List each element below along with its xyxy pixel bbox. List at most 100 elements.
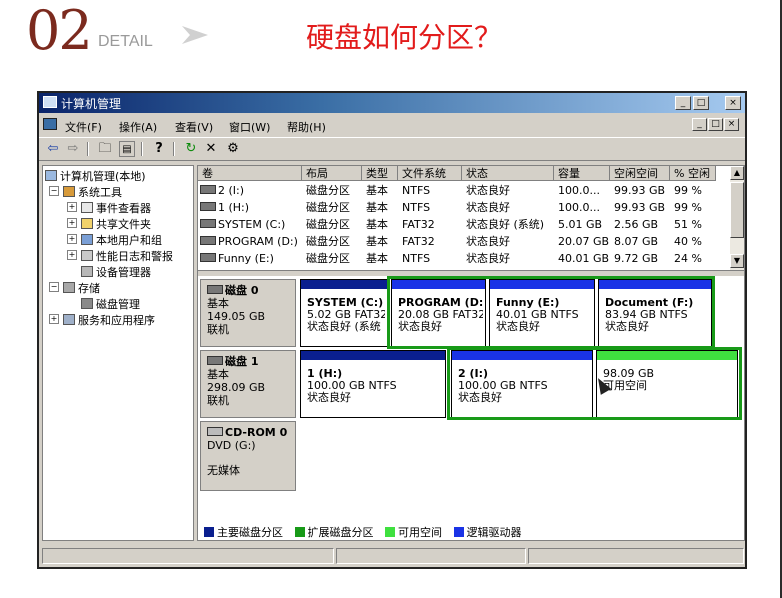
menu-bar: 文件(F) 操作(A) 查看(V) 窗口(W) 帮助(H) _ □ ×	[39, 115, 745, 135]
collapse-icon[interactable]: −	[49, 186, 59, 196]
toolbar-separator	[173, 142, 175, 156]
tree-item-services-apps[interactable]: 服务和应用程序	[63, 312, 155, 328]
expand-icon[interactable]: +	[67, 218, 77, 228]
tree-item-storage[interactable]: 存储	[63, 280, 100, 296]
column-header-status[interactable]: 状态	[462, 166, 554, 181]
status-pane	[42, 548, 334, 564]
volume-list-scrollbar[interactable]: ▲ ▼	[730, 166, 744, 270]
legend-item: 逻辑驱动器	[453, 526, 522, 539]
tree-item-event-viewer[interactable]: 事件查看器	[81, 200, 151, 216]
disk-0-label[interactable]: 磁盘 0 基本 149.05 GB 联机	[200, 279, 296, 347]
cdrom-0-label[interactable]: CD-ROM 0 DVD (G:) 无媒体	[200, 421, 296, 491]
computer-icon	[45, 170, 57, 181]
legend-item: 扩展磁盘分区	[294, 526, 374, 539]
minimize-button[interactable]: _	[675, 96, 691, 110]
column-header-filesystem[interactable]: 文件系统	[398, 166, 462, 181]
tree-item-disk-management[interactable]: 磁盘管理	[81, 296, 140, 312]
expand-icon[interactable]: +	[67, 234, 77, 244]
chevron-right-icon	[182, 26, 208, 44]
collapse-icon[interactable]: −	[49, 282, 59, 292]
show-tree-icon[interactable]: ▤	[119, 141, 135, 157]
device-manager-icon	[81, 266, 93, 277]
mdi-child-icon[interactable]	[43, 118, 57, 130]
tree-item-device-manager[interactable]: 设备管理器	[81, 264, 151, 280]
shared-folder-icon	[81, 218, 93, 229]
legend: 主要磁盘分区 扩展磁盘分区 可用空间 逻辑驱动器	[204, 524, 530, 540]
status-pane	[528, 548, 744, 564]
help-icon[interactable]: ?	[151, 141, 167, 157]
tree-item-local-users[interactable]: 本地用户和组	[81, 232, 162, 248]
column-header-capacity[interactable]: 容量	[554, 166, 610, 181]
status-bar	[42, 548, 744, 564]
tree-item-performance-logs[interactable]: 性能日志和警报	[81, 248, 173, 264]
delete-icon[interactable]: ✕	[203, 141, 219, 157]
volume-list-header: 卷 布局 类型 文件系统 状态 容量 空闲空间 % 空闲	[198, 166, 730, 182]
refresh-icon[interactable]: ↻	[183, 141, 199, 157]
disk-icon	[207, 356, 223, 365]
child-close-button[interactable]: ×	[724, 118, 739, 131]
menu-help[interactable]: 帮助(H)	[287, 119, 326, 135]
volume-icon	[200, 236, 216, 245]
volume-icon	[200, 253, 216, 262]
menu-file[interactable]: 文件(F)	[65, 119, 102, 135]
section-detail-label: DETAIL	[98, 33, 153, 50]
expand-icon[interactable]: +	[67, 250, 77, 260]
menu-window[interactable]: 窗口(W)	[229, 119, 270, 135]
up-folder-icon[interactable]: 🗀	[97, 141, 113, 157]
toolbar-separator	[87, 142, 89, 156]
tree-item-shared-folders[interactable]: 共享文件夹	[81, 216, 151, 232]
scroll-down-icon[interactable]: ▼	[730, 254, 744, 268]
child-minimize-button[interactable]: _	[692, 118, 707, 131]
tools-icon	[63, 186, 75, 197]
expand-icon[interactable]: +	[67, 202, 77, 212]
scrollbar-thumb[interactable]	[730, 182, 744, 238]
maximize-button[interactable]: □	[693, 96, 709, 110]
volume-icon	[200, 219, 216, 228]
volume-row[interactable]: SYSTEM (C:) 磁盘分区 基本 FAT32 状态良好 (系统) 5.01…	[198, 216, 730, 233]
volume-row[interactable]: PROGRAM (D:) 磁盘分区 基本 FAT32 状态良好 20.07 GB…	[198, 233, 730, 250]
computer-management-icon	[43, 96, 57, 108]
event-viewer-icon	[81, 202, 93, 213]
column-header-percent-free[interactable]: % 空闲	[670, 166, 716, 181]
disk-1-label[interactable]: 磁盘 1 基本 298.09 GB 联机	[200, 350, 296, 418]
title-bar[interactable]: 计算机管理 _ □ ×	[39, 93, 745, 113]
tree-item-computer-management[interactable]: 计算机管理(本地)	[45, 168, 146, 184]
partition-1-h[interactable]: 1 (H:) 100.00 GB NTFS 状态良好	[300, 350, 446, 418]
disk-management-icon	[81, 298, 93, 309]
volume-row[interactable]: 1 (H:) 磁盘分区 基本 NTFS 状态良好 100.0... 99.93 …	[198, 199, 730, 216]
close-button[interactable]: ×	[725, 96, 741, 110]
section-number: 02	[26, 0, 93, 62]
partition-system-c[interactable]: SYSTEM (C:) 5.02 GB FAT32 状态良好 (系统	[300, 279, 388, 347]
performance-icon	[81, 250, 93, 261]
disk-graphical-view: 磁盘 0 基本 149.05 GB 联机 SYSTEM (C:) 5.02 GB …	[198, 276, 744, 539]
volume-icon	[200, 185, 216, 194]
window-title: 计算机管理	[61, 97, 122, 111]
menu-view[interactable]: 查看(V)	[175, 119, 213, 135]
toolbar: ⇦ ⇨ 🗀 ▤ ? ↻ ✕ ⚙	[39, 137, 745, 161]
back-arrow-icon[interactable]: ⇦	[45, 141, 61, 157]
forward-arrow-icon[interactable]: ⇨	[65, 141, 81, 157]
tree-item-system-tools[interactable]: 系统工具	[63, 184, 122, 200]
expand-icon[interactable]: +	[49, 314, 59, 324]
volume-icon	[200, 202, 216, 211]
column-header-type[interactable]: 类型	[362, 166, 398, 181]
legend-item: 主要磁盘分区	[204, 526, 283, 539]
child-restore-button[interactable]: □	[708, 118, 723, 131]
details-pane: 卷 布局 类型 文件系统 状态 容量 空闲空间 % 空闲 2 (I:) 磁盘分区…	[197, 165, 745, 541]
volume-row[interactable]: Funny (E:) 磁盘分区 基本 NTFS 状态良好 40.01 GB 9.…	[198, 250, 730, 267]
legend-item: 可用空间	[385, 526, 442, 539]
properties-icon[interactable]: ⚙	[225, 141, 241, 157]
extended-partition-outline	[387, 276, 715, 349]
column-header-volume[interactable]: 卷	[198, 166, 302, 181]
scroll-up-icon[interactable]: ▲	[730, 166, 744, 180]
disk-icon	[207, 285, 223, 294]
console-tree: 计算机管理(本地) − 系统工具 + 事件查看器 + 共享文件夹 + 本地用户和…	[42, 165, 194, 541]
column-header-layout[interactable]: 布局	[302, 166, 362, 181]
users-icon	[81, 234, 93, 245]
volume-row[interactable]: 2 (I:) 磁盘分区 基本 NTFS 状态良好 100.0... 99.93 …	[198, 182, 730, 199]
storage-icon	[63, 282, 75, 293]
column-header-free[interactable]: 空闲空间	[610, 166, 670, 181]
page-headline: 硬盘如何分区？	[306, 21, 503, 54]
menu-action[interactable]: 操作(A)	[119, 119, 157, 135]
cdrom-icon	[207, 427, 223, 436]
